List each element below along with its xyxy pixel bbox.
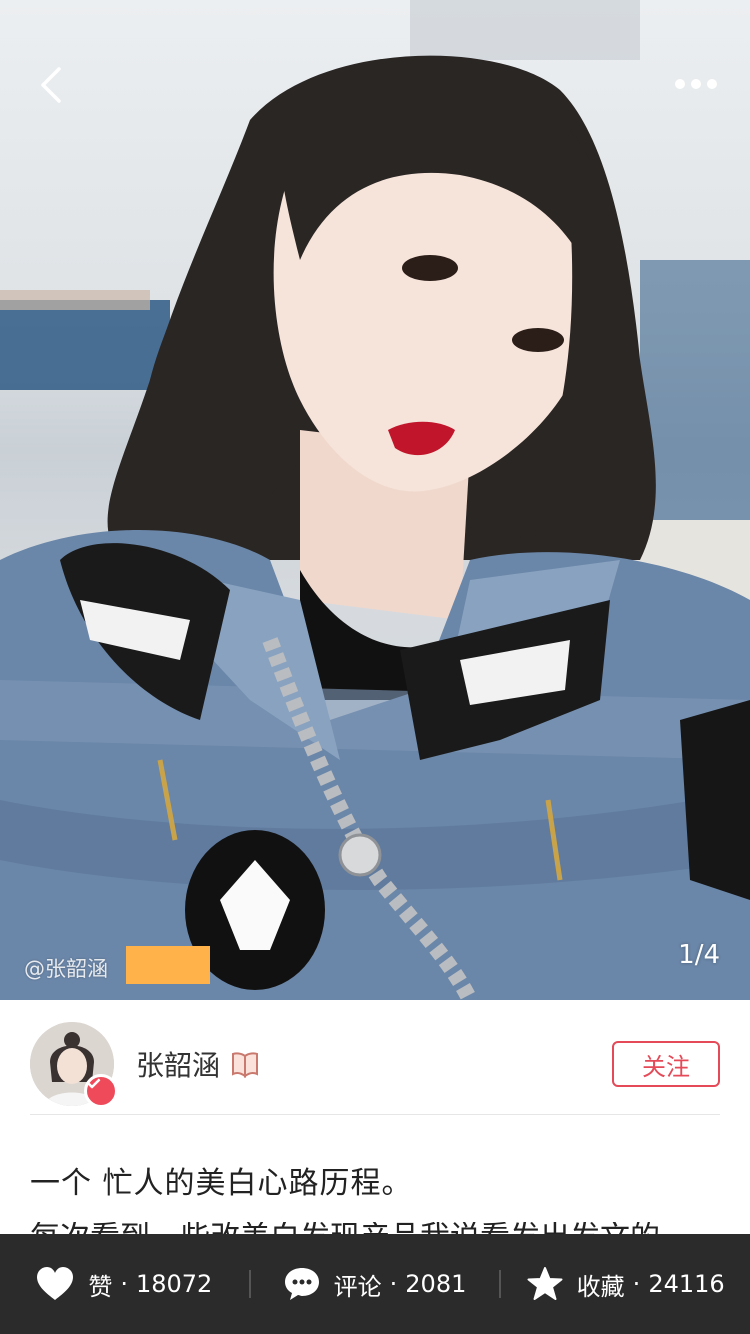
photo-illustration xyxy=(0,0,750,1000)
more-button[interactable] xyxy=(666,62,726,106)
chevron-left-icon xyxy=(41,67,61,103)
collect-button[interactable]: 收藏 · 24116 xyxy=(501,1234,750,1334)
divider xyxy=(30,1114,720,1115)
action-bar: 赞 · 18072 评论 · 2081 收藏 · 24116 xyxy=(0,1234,750,1334)
collect-count: 24116 xyxy=(648,1270,725,1298)
back-button[interactable] xyxy=(26,60,76,110)
redaction-block xyxy=(126,946,210,984)
follow-button[interactable]: 关注 xyxy=(612,1041,720,1087)
like-label: 赞 xyxy=(88,1272,113,1301)
author-name[interactable]: 张韶涵 xyxy=(136,1044,220,1084)
like-button[interactable]: 赞 · 18072 xyxy=(0,1234,249,1334)
chat-bubble-icon xyxy=(284,1268,319,1300)
collect-label: 收藏 xyxy=(576,1272,625,1301)
comment-dot: · xyxy=(389,1270,398,1298)
collect-dot: · xyxy=(632,1270,641,1298)
comment-label: 评论 xyxy=(333,1272,382,1301)
check-icon xyxy=(87,1077,101,1089)
comment-button[interactable]: 评论 · 2081 xyxy=(251,1234,500,1334)
comment-count: 2081 xyxy=(405,1270,467,1298)
post-photo[interactable]: @张韶涵 1/4 xyxy=(0,0,750,1000)
book-icon xyxy=(230,1050,260,1078)
like-dot: · xyxy=(120,1270,128,1298)
star-icon xyxy=(527,1267,563,1300)
avatar[interactable] xyxy=(30,1022,118,1108)
photo-counter: 1/4 xyxy=(678,940,720,970)
verified-badge xyxy=(84,1074,118,1108)
heart-icon xyxy=(37,1267,74,1300)
like-count: 18072 xyxy=(135,1270,213,1298)
more-dots-icon xyxy=(675,79,717,89)
post-title: 一个 忙人的美白心路历程。 xyxy=(30,1166,413,1201)
photo-watermark: @张韶涵 xyxy=(24,957,108,981)
author-row: 张韶涵 关注 xyxy=(30,1016,720,1112)
